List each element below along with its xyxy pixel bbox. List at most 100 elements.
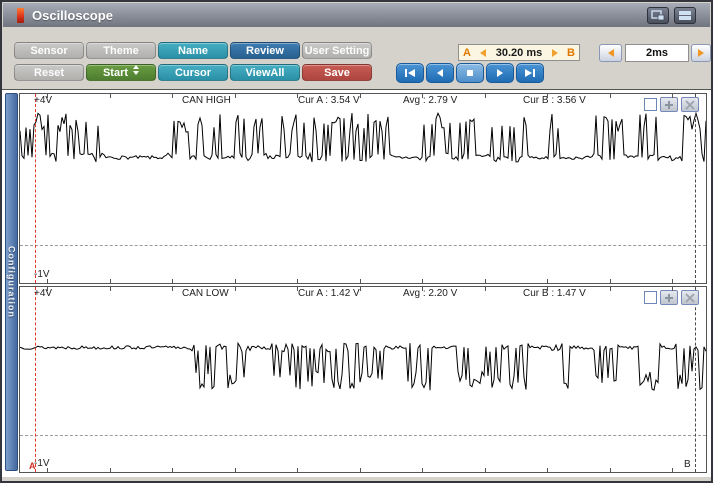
axis-tick [422, 287, 423, 291]
cursor-b-line[interactable] [695, 287, 696, 472]
close-channel-button[interactable] [681, 290, 699, 305]
axis-tick [172, 94, 173, 98]
tile-windows-icon [678, 10, 692, 21]
right-arrow-icon [698, 49, 704, 57]
spinner-arrows-icon[interactable] [133, 65, 139, 75]
reset-button[interactable]: Reset [14, 64, 84, 81]
user-setting-button[interactable]: User Setting [302, 42, 372, 59]
zoom-in-button[interactable] [660, 290, 678, 305]
axis-tick [360, 279, 361, 283]
cascade-windows-icon [651, 10, 665, 21]
channel-checkbox[interactable] [644, 291, 657, 304]
close-channel-button[interactable] [681, 97, 699, 112]
axis-tick [235, 279, 236, 283]
axis-tick [47, 287, 48, 291]
close-icon [685, 100, 695, 110]
cursor-b-arrow-icon [552, 49, 558, 57]
plot-region: Configuration +4V CAN HIGH Cur A : 3.54 … [2, 89, 711, 477]
axis-tick [547, 279, 548, 283]
average-value: Avg : 2.79 V [403, 95, 457, 106]
axis-tick [172, 287, 173, 291]
play-icon [494, 68, 506, 78]
configuration-tab[interactable]: Configuration [5, 93, 18, 471]
axis-tick [547, 94, 548, 98]
axis-tick [610, 94, 611, 98]
start-button[interactable]: Start [86, 64, 156, 81]
cursor-delta-value: 30.20 ms [496, 47, 542, 59]
review-button[interactable]: Review [230, 42, 300, 59]
channel-name: CAN HIGH [182, 95, 231, 106]
axis-tick [172, 279, 173, 283]
skip-to-start-icon [404, 68, 416, 78]
axis-tick [672, 279, 673, 283]
axis-tick [485, 279, 486, 283]
theme-button[interactable]: Theme [86, 42, 156, 59]
axis-tick [360, 468, 361, 472]
axis-tick [110, 287, 111, 291]
axis-tick [610, 279, 611, 283]
axis-tick [422, 468, 423, 472]
average-value: Avg : 2.20 V [403, 288, 457, 299]
title-bar: Oscilloscope [3, 3, 710, 27]
cursor-b-marker: B [684, 459, 691, 470]
axis-tick [47, 279, 48, 283]
zero-volt-gridline [20, 435, 706, 436]
timebase-increase-button[interactable] [691, 44, 711, 62]
zoom-in-button[interactable] [660, 97, 678, 112]
window-title: Oscilloscope [32, 8, 113, 23]
vmax-label: +4V [34, 288, 52, 299]
step-back-icon [434, 68, 446, 78]
sensor-button[interactable]: Sensor [14, 42, 84, 59]
stop-button[interactable] [456, 63, 484, 83]
skip-to-end-icon [524, 68, 536, 78]
axis-tick [485, 94, 486, 98]
axis-tick [47, 94, 48, 98]
zero-volt-gridline [20, 245, 706, 246]
play-button[interactable] [486, 63, 514, 83]
step-back-button[interactable] [426, 63, 454, 83]
axis-tick [110, 94, 111, 98]
cursor-b-label: B [567, 47, 575, 59]
cursor-delta-readout[interactable]: A 30.20 ms B [458, 44, 580, 61]
close-icon [685, 293, 695, 303]
axis-tick [547, 287, 548, 291]
axis-tick [672, 94, 673, 98]
axis-tick [610, 468, 611, 472]
name-button[interactable]: Name [158, 42, 228, 59]
plus-icon [664, 293, 674, 303]
axis-tick [422, 279, 423, 283]
cursor-a-arrow-icon [480, 49, 486, 57]
stop-icon [464, 68, 476, 78]
tile-windows-button[interactable] [674, 7, 696, 24]
cursor-button[interactable]: Cursor [158, 64, 228, 81]
axis-tick [610, 287, 611, 291]
axis-tick [297, 468, 298, 472]
skip-to-start-button[interactable] [396, 63, 424, 83]
plus-icon [664, 100, 674, 110]
axis-tick [547, 468, 548, 472]
axis-tick [672, 287, 673, 291]
axis-tick [172, 468, 173, 472]
left-arrow-icon [608, 49, 614, 57]
can-low-waveform [20, 287, 706, 472]
configuration-tab-label: Configuration [7, 246, 17, 318]
timebase-decrease-button[interactable] [599, 44, 622, 62]
channel-panel-can-low: +4V CAN LOW Cur A : 1.42 V Avg : 2.20 V … [19, 286, 707, 473]
cursor-a-value: Cur A : 3.54 V [298, 95, 360, 106]
axis-tick [297, 287, 298, 291]
axis-tick [672, 468, 673, 472]
skip-to-end-button[interactable] [516, 63, 544, 83]
cursor-b-value: Cur B : 3.56 V [523, 95, 586, 106]
viewall-button[interactable]: ViewAll [230, 64, 300, 81]
cascade-windows-button[interactable] [647, 7, 669, 24]
save-button[interactable]: Save [302, 64, 372, 81]
axis-tick [235, 468, 236, 472]
channel-panel-can-high: +4V CAN HIGH Cur A : 3.54 V Avg : 2.79 V… [19, 93, 707, 284]
cursor-b-line[interactable] [695, 94, 696, 283]
axis-tick [360, 287, 361, 291]
channel-checkbox[interactable] [644, 98, 657, 111]
cursor-a-line[interactable] [35, 94, 36, 283]
cursor-a-value: Cur A : 1.42 V [298, 288, 360, 299]
cursor-a-line[interactable] [35, 287, 36, 472]
timebase-value: 2ms [625, 44, 689, 62]
